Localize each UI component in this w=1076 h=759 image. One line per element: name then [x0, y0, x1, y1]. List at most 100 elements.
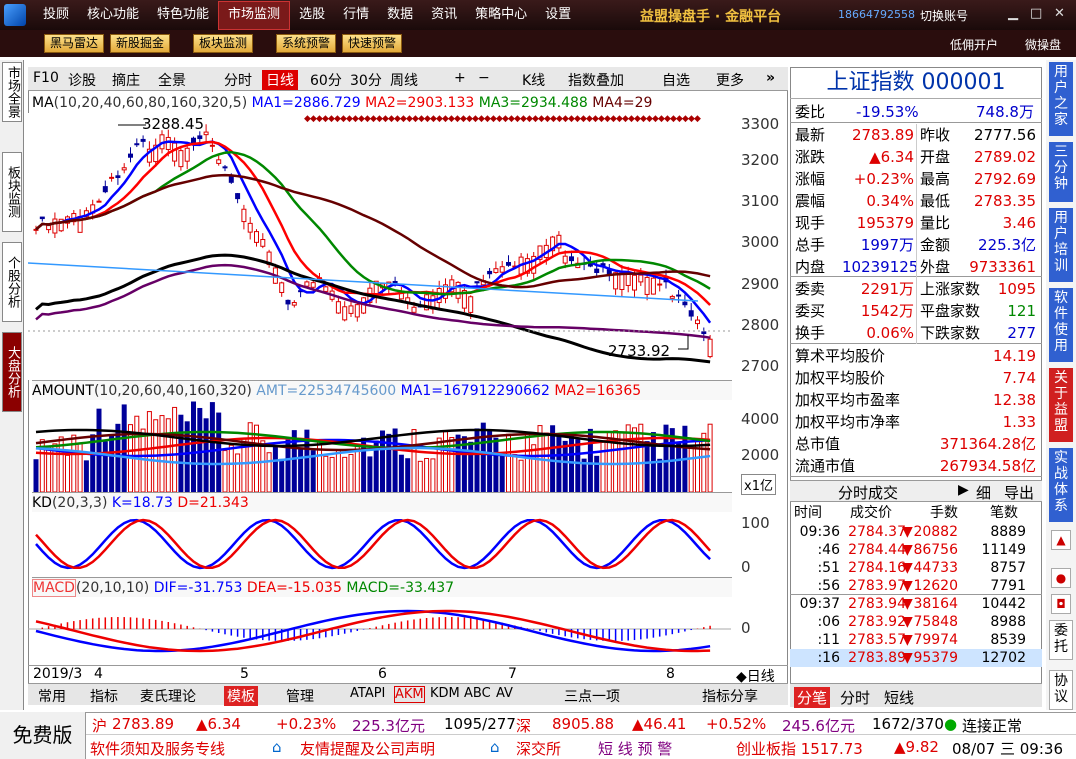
menu-item[interactable]: 资讯 [422, 0, 466, 30]
tick-detail-button[interactable]: 细 [976, 482, 991, 503]
kd-params: (20,3,3) [51, 495, 108, 511]
period-daily[interactable]: 日线 [262, 70, 298, 90]
tick-export-button[interactable]: 导出 [1004, 482, 1034, 503]
volume-bar [430, 458, 436, 492]
lock-icon[interactable]: ◘ [1051, 594, 1071, 614]
candle-body [506, 261, 511, 266]
kd-chart[interactable] [28, 512, 731, 577]
tab-protocol[interactable]: 协议 [1049, 670, 1073, 710]
cyb-change: ▲9.82 [894, 738, 939, 756]
zoom-in-button[interactable]: + [454, 70, 466, 86]
tab-kdm[interactable]: KDM [430, 686, 460, 701]
index-overlay-dropdown[interactable]: 指数叠加 [568, 70, 624, 90]
axis-tick: 2900 [741, 275, 780, 293]
f10-button[interactable]: F10 [33, 70, 59, 86]
sector-monitor-button[interactable]: 板块监测 [193, 34, 254, 53]
period-intraday[interactable]: 分时 [224, 70, 252, 90]
overview-button[interactable]: 全景 [158, 70, 186, 90]
tick-cell: 2783.89 [848, 650, 906, 666]
menu-item[interactable]: 策略中心 [466, 0, 536, 30]
micro-trade-link[interactable]: 微操盘 [1025, 36, 1061, 53]
tab-stock-analysis[interactable]: 个股分析 [2, 242, 22, 322]
menu-item[interactable]: 投顾 [34, 0, 78, 30]
amount-chart[interactable] [28, 400, 731, 492]
tab-index-analysis[interactable]: 大盘分析 [2, 332, 22, 412]
candlestick-chart[interactable]: ◆ ◆ ◆ ◆ ◆ ◆ ◆ ◆ ◆ ◆ ◆ ◆ ◆ ◆ ◆ ◆ ◆ ◆ ◆ ◆ ◆ ◆ ◆ ◆ ◆ ◆ ◆ ◆ ◆ ◆ ◆ ◆ ◆ ◆ ◆ ◆ ◆ ◆ ◆ ◆… [28, 113, 731, 380]
company-notice[interactable]: 友情提醒及公司声明 [300, 738, 435, 759]
minimize-icon[interactable]: ▁ [1008, 6, 1018, 21]
open-account-link[interactable]: 低佣开户 [950, 36, 998, 53]
period-weekly[interactable]: 周线 [390, 70, 418, 90]
menu-item[interactable]: 行情 [334, 0, 378, 30]
tab-tick[interactable]: 分笔 [794, 687, 831, 708]
macd-name[interactable]: MACD [32, 579, 76, 597]
switch-account-button[interactable]: 切换账号 [920, 7, 968, 24]
tab-software-usage[interactable]: 软件使用 [1049, 288, 1073, 362]
quick-alert-button[interactable]: 快速预警 [342, 34, 403, 53]
tab-common[interactable]: 常用 [38, 686, 66, 706]
diagnose-button[interactable]: 诊股 [68, 70, 96, 90]
tab-entrust[interactable]: 委托 [1049, 620, 1073, 660]
tab-abc[interactable]: ABC [464, 686, 491, 701]
tab-user-home[interactable]: 用户之家 [1049, 62, 1073, 136]
sh-ratio: 1095/277 [444, 715, 516, 733]
tab-template[interactable]: 模板 [224, 686, 258, 706]
volume-bar [367, 456, 373, 492]
tab-share[interactable]: 指标分享 [702, 686, 758, 706]
ma-legend-name[interactable]: MA [32, 95, 54, 111]
new-stock-button[interactable]: 新股掘金 [110, 34, 171, 53]
menu-item[interactable]: 核心功能 [78, 0, 148, 30]
zhaizhuang-button[interactable]: 摘庄 [112, 70, 140, 90]
user-phone[interactable]: 18664792558 [838, 8, 915, 21]
amount-name[interactable]: AMOUNT [32, 383, 94, 399]
szse-link[interactable]: 深交所 [516, 738, 561, 759]
tab-intraday[interactable]: 分时 [840, 687, 870, 708]
tab-sector-monitor[interactable]: 板块监测 [2, 152, 22, 232]
stat-value: 371364.28亿 [939, 435, 1036, 453]
tick-col-time: 时间 [794, 505, 822, 521]
volume-bar [121, 404, 127, 492]
menu-item[interactable]: 市场监测 [218, 1, 291, 30]
collapse-icon[interactable]: » [766, 70, 775, 86]
tab-user-training[interactable]: 用户培训 [1049, 208, 1073, 282]
tab-akm[interactable]: AKM [394, 686, 425, 703]
tab-shortline[interactable]: 短线 [884, 687, 914, 708]
menu-item[interactable]: 选股 [290, 0, 334, 30]
tab-sandian[interactable]: 三点一项 [564, 686, 620, 706]
zoom-out-button[interactable]: − [478, 70, 490, 86]
watchlist-dropdown[interactable]: 自选 [662, 70, 690, 90]
period-60min[interactable]: 60分 [310, 70, 342, 90]
tab-practice-system[interactable]: 实战体系 [1049, 448, 1073, 522]
tick-arrow-icon[interactable]: ▶ [958, 482, 969, 498]
tab-about[interactable]: 关于益盟 [1049, 368, 1073, 442]
period-30min[interactable]: 30分 [350, 70, 382, 90]
volume-bar [191, 401, 196, 492]
kd-name[interactable]: KD [32, 495, 52, 511]
tab-three-minutes[interactable]: 三分钟 [1049, 142, 1073, 202]
menu-item[interactable]: 特色功能 [148, 0, 218, 30]
tab-atapi[interactable]: ATAPI [350, 686, 385, 701]
candle-body [197, 135, 203, 140]
volume-bar [380, 430, 385, 492]
tab-mcs-theory[interactable]: 麦氏理论 [140, 686, 196, 706]
menu-item[interactable]: 数据 [378, 0, 422, 30]
shortline-alert[interactable]: 短 线 预 警 [598, 738, 672, 759]
macd-chart[interactable] [28, 597, 731, 665]
fire-icon[interactable]: ▲ [1051, 530, 1071, 550]
user-icon[interactable]: ● [1051, 568, 1071, 588]
close-icon[interactable]: ✕ [1054, 6, 1065, 21]
tick-row: :06 2783.92 75848 8988 ▼ [790, 613, 1042, 631]
tab-av[interactable]: AV [496, 686, 513, 701]
system-alert-button[interactable]: 系统预警 [276, 34, 337, 53]
more-dropdown[interactable]: 更多 [716, 70, 744, 90]
volume-bar [146, 411, 152, 492]
service-hotline[interactable]: 软件须知及服务专线 [90, 738, 225, 759]
sh-amount: 225.3亿元 [352, 717, 425, 735]
tab-manage[interactable]: 管理 [286, 686, 314, 706]
tab-indicator[interactable]: 指标 [90, 686, 118, 706]
maximize-icon[interactable]: □ [1030, 6, 1042, 21]
tab-market-overview[interactable]: 市场全景 [2, 62, 22, 122]
menu-item[interactable]: 设置 [536, 0, 580, 30]
kline-dropdown[interactable]: K线 [522, 70, 545, 90]
hma-radar-button[interactable]: 黑马雷达 [44, 34, 105, 53]
